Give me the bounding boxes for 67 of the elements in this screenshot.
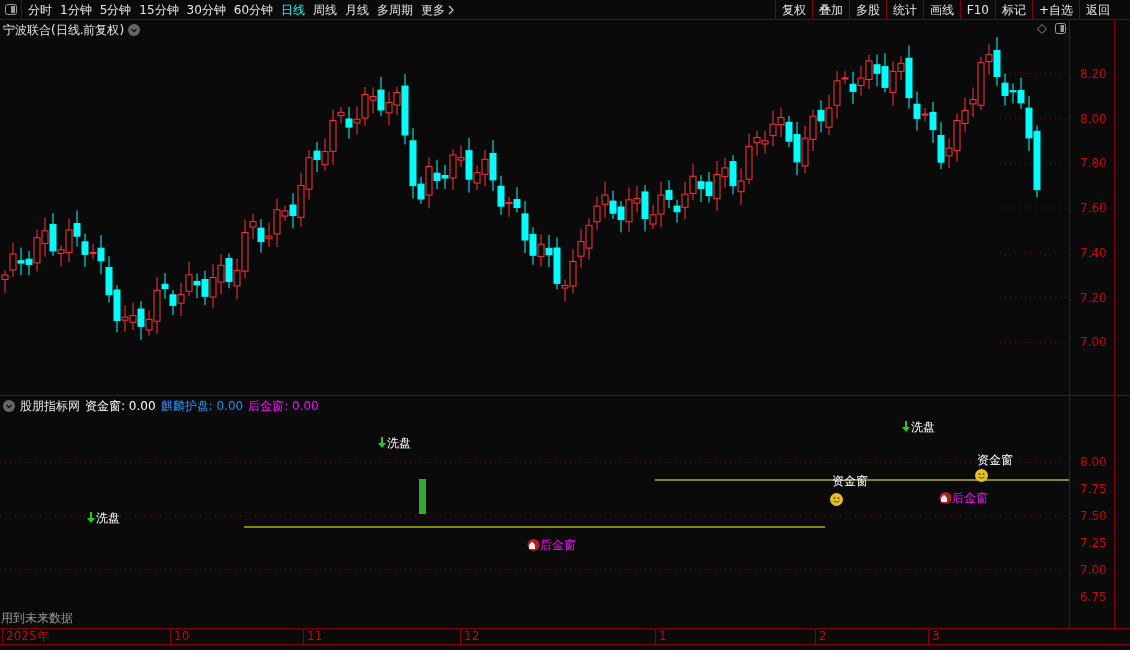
toolbar-button[interactable]: 画线 (922, 0, 960, 19)
axis-label: 7.00 (1080, 335, 1107, 350)
time-label: 2025年 (2, 629, 49, 644)
axis-label: 7.20 (1080, 290, 1107, 305)
axis-label: 7.75 (1080, 482, 1107, 496)
marker-label: 后金窗 (540, 537, 576, 554)
axis-label: 8.00 (1080, 455, 1107, 469)
toolbar-button[interactable]: 叠加 (811, 0, 849, 19)
stock-title: 宁波联合(日线.前复权) (3, 22, 125, 39)
period-tab[interactable]: 多周期 (377, 0, 414, 19)
time-label: 2 (815, 629, 827, 644)
indicator-value: 麒麟护盘: 0.00 (160, 398, 244, 415)
period-tab[interactable]: 周线 (313, 0, 338, 19)
time-label: 3 (928, 629, 940, 644)
toolbar-button[interactable]: F10 (959, 0, 995, 19)
indicator-value: 后金窗: 0.00 (248, 398, 319, 415)
axis-label: 7.25 (1080, 536, 1107, 550)
diamond-icon[interactable] (1037, 23, 1047, 34)
period-tab[interactable]: 1分钟 (60, 0, 92, 19)
indicator-value: 资金窗: 0.00 (85, 398, 156, 415)
chevron-right-icon (448, 4, 455, 15)
axis-label: 7.60 (1080, 201, 1107, 216)
period-tab[interactable]: 30分钟 (186, 0, 226, 19)
period-tab[interactable]: 5分钟 (99, 0, 132, 19)
smiley-icon (830, 493, 843, 506)
marker-label: 洗盘 (911, 419, 935, 436)
time-label: 11 (303, 629, 323, 644)
house-icon (939, 492, 952, 504)
house-icon (527, 539, 540, 551)
down-arrow-icon (901, 421, 911, 433)
marker-label: 后金窗 (952, 490, 988, 507)
period-tab[interactable]: 60分钟 (233, 0, 274, 19)
panel-toggle-icon[interactable] (4, 4, 17, 15)
axis-label: 7.80 (1080, 156, 1107, 171)
note-text: 用到未来数据 (1, 610, 73, 627)
axis-label: 6.75 (1080, 590, 1107, 604)
marker-label: 资金窗 (832, 473, 868, 490)
down-arrow-icon (377, 437, 387, 449)
indicator-name: 股朋指标网 (20, 398, 80, 415)
time-label: 12 (460, 629, 480, 644)
marker-label: 洗盘 (387, 435, 411, 452)
toolbar-button[interactable]: 多股 (848, 0, 886, 19)
down-arrow-icon (86, 512, 96, 524)
period-tab[interactable]: 分时 (28, 0, 52, 19)
toolbar-button[interactable]: 标记 (994, 0, 1032, 19)
marker-label: 洗盘 (96, 510, 120, 527)
signal-bar (419, 479, 426, 514)
smiley-icon (975, 469, 988, 482)
axis-label: 8.20 (1080, 67, 1107, 81)
period-tab[interactable]: 月线 (345, 0, 370, 19)
dropdown-icon[interactable] (128, 24, 141, 36)
time-label: 1 (655, 629, 667, 644)
marker-label: 资金窗 (977, 452, 1013, 469)
period-tab[interactable]: 15分钟 (139, 0, 179, 19)
toolbar-button[interactable]: 返回 (1079, 0, 1116, 19)
toolbar-button[interactable]: +自选 (1031, 0, 1079, 19)
dropdown-icon[interactable] (3, 400, 15, 412)
period-tab[interactable]: 更多 (421, 0, 455, 19)
period-tab[interactable]: 日线 (281, 0, 306, 19)
toolbar-button[interactable]: 统计 (885, 0, 923, 19)
axis-label: 7.50 (1080, 509, 1107, 523)
panel-toggle-icon[interactable] (1055, 23, 1066, 34)
toolbar-button[interactable]: 复权 (774, 0, 812, 19)
axis-label: 7.40 (1080, 245, 1107, 260)
axis-label: 8.00 (1080, 111, 1107, 126)
axis-label: 7.00 (1080, 563, 1107, 577)
time-label: 10 (170, 629, 190, 644)
